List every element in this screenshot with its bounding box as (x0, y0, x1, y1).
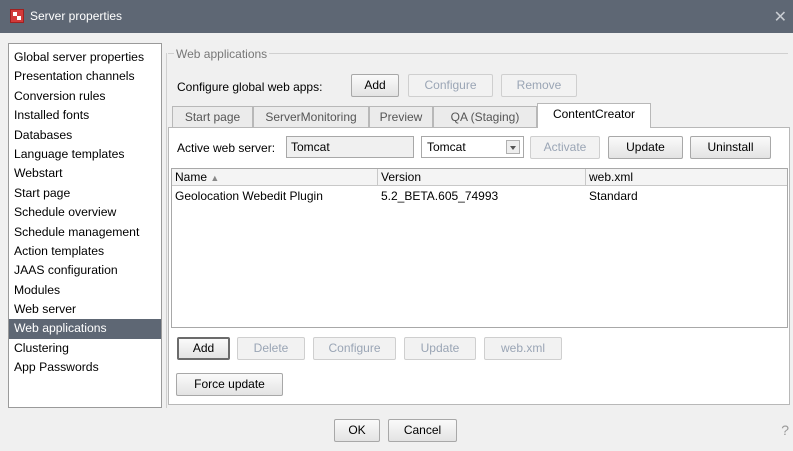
tab-server-monitoring[interactable]: ServerMonitoring (253, 106, 369, 128)
column-header-version[interactable]: Version (378, 169, 586, 186)
sidebar-item-schedule-overview[interactable]: Schedule overview (9, 203, 161, 222)
category-list: Global server properties Presentation ch… (8, 43, 162, 408)
cell-version: 5.2_BETA.605_74993 (381, 189, 499, 203)
global-configure-button[interactable]: Configure (408, 74, 493, 97)
global-web-apps-label: Configure global web apps: (177, 80, 323, 94)
sort-ascending-icon: ▲ (210, 173, 220, 183)
help-icon[interactable]: ? (781, 422, 789, 438)
web-app-table: Name ▲ Version web.xml Geolocation Webed… (171, 168, 788, 328)
title-bar: Server properties ✕ (0, 0, 793, 33)
column-name-label: Name (175, 170, 208, 184)
active-server-label: Active web server: (177, 141, 276, 155)
uninstall-button[interactable]: Uninstall (690, 136, 771, 159)
active-server-field: Tomcat (286, 136, 414, 158)
global-remove-button[interactable]: Remove (501, 74, 577, 97)
web-server-select[interactable]: Tomcat (421, 136, 524, 158)
column-header-webxml[interactable]: web.xml (586, 169, 787, 186)
update-button[interactable]: Update (608, 136, 683, 159)
sidebar-item-conversion-rules[interactable]: Conversion rules (9, 87, 161, 106)
tab-content-creator[interactable]: ContentCreator (537, 103, 651, 128)
tab-preview[interactable]: Preview (369, 106, 433, 128)
configure-webapp-button[interactable]: Configure (313, 337, 396, 360)
delete-webapp-button[interactable]: Delete (237, 337, 305, 360)
sidebar-item-start-page[interactable]: Start page (9, 184, 161, 203)
sidebar-item-action-templates[interactable]: Action templates (9, 242, 161, 261)
close-icon[interactable]: ✕ (774, 7, 787, 27)
tab-start-page[interactable]: Start page (172, 106, 253, 128)
app-icon (10, 9, 24, 23)
add-webapp-button[interactable]: Add (177, 337, 230, 360)
ok-button[interactable]: OK (334, 419, 380, 442)
sidebar-item-clustering[interactable]: Clustering (9, 339, 161, 358)
sidebar-item-schedule-management[interactable]: Schedule management (9, 223, 161, 242)
column-header-name[interactable]: Name ▲ (172, 169, 378, 186)
sidebar-item-web-applications[interactable]: Web applications (9, 319, 161, 339)
sidebar-item-webstart[interactable]: Webstart (9, 164, 161, 183)
sidebar-item-installed-fonts[interactable]: Installed fonts (9, 106, 161, 125)
activate-button[interactable]: Activate (530, 136, 600, 159)
webxml-button[interactable]: web.xml (484, 337, 562, 360)
table-header: Name ▲ Version web.xml (172, 169, 787, 186)
chevron-down-icon[interactable] (506, 140, 520, 154)
force-update-button[interactable]: Force update (176, 373, 283, 396)
table-row[interactable]: Geolocation Webedit Plugin 5.2_BETA.605_… (172, 187, 787, 205)
sidebar-item-databases[interactable]: Databases (9, 126, 161, 145)
sidebar-item-jaas-configuration[interactable]: JAAS configuration (9, 261, 161, 280)
window-title: Server properties (30, 9, 123, 23)
group-title: Web applications (174, 47, 270, 61)
update-webapp-button[interactable]: Update (404, 337, 476, 360)
global-add-button[interactable]: Add (351, 74, 399, 97)
cell-webxml: Standard (589, 189, 638, 203)
sidebar-item-web-server[interactable]: Web server (9, 300, 161, 319)
cell-name: Geolocation Webedit Plugin (175, 189, 323, 203)
sidebar-item-presentation-channels[interactable]: Presentation channels (9, 67, 161, 86)
web-server-select-value: Tomcat (427, 140, 466, 154)
tab-qa-staging[interactable]: QA (Staging) (433, 106, 537, 128)
cancel-button[interactable]: Cancel (388, 419, 457, 442)
sidebar-item-modules[interactable]: Modules (9, 281, 161, 300)
group-border-left (166, 53, 167, 408)
sidebar-item-language-templates[interactable]: Language templates (9, 145, 161, 164)
sidebar-item-global-server-properties[interactable]: Global server properties (9, 48, 161, 67)
sidebar-item-app-passwords[interactable]: App Passwords (9, 358, 161, 377)
